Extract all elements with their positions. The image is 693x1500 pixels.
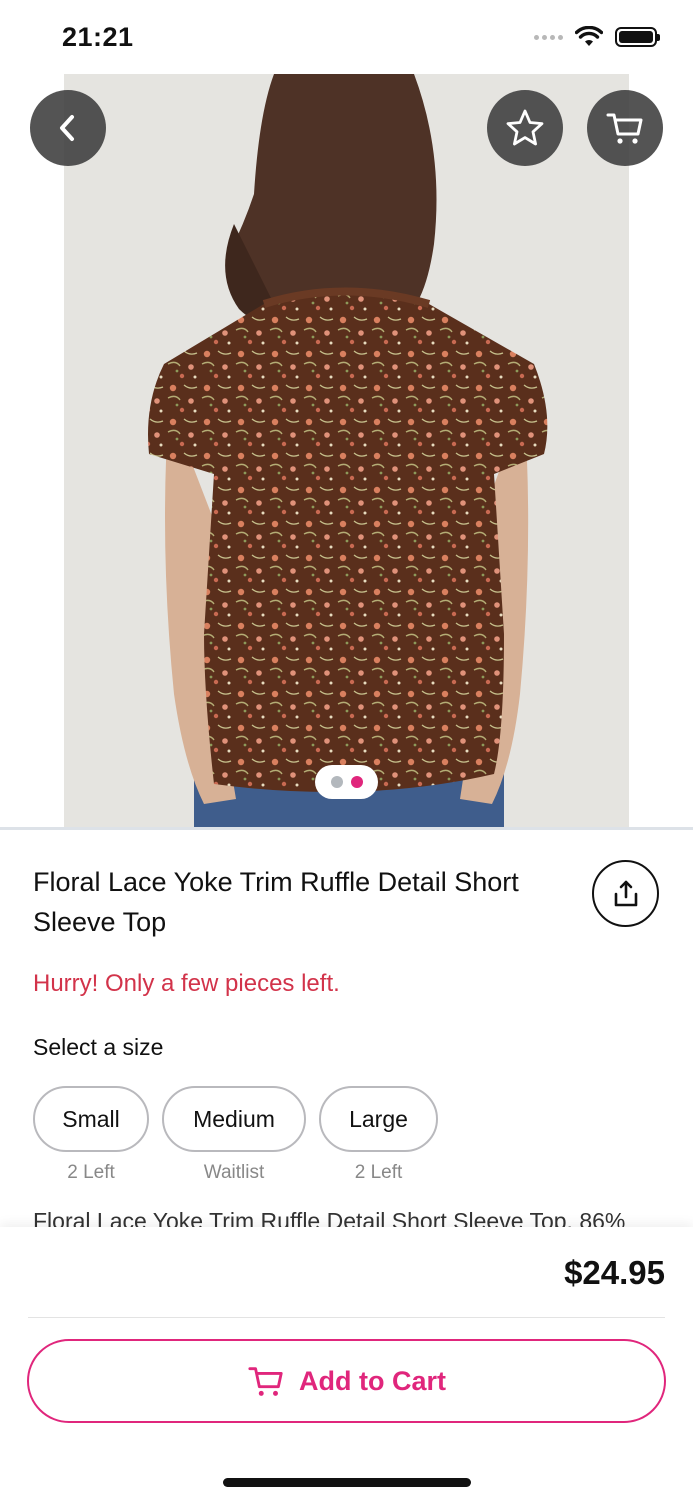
home-indicator[interactable] xyxy=(223,1478,471,1487)
size-label: Select a size xyxy=(33,1034,164,1060)
product-photo xyxy=(64,74,629,828)
share-icon xyxy=(614,880,637,906)
battery-icon xyxy=(615,27,660,47)
cart-button[interactable] xyxy=(587,90,663,166)
add-to-cart-label: Add to Cart xyxy=(299,1365,446,1396)
size-availability-medium: Waitlist xyxy=(203,1162,265,1183)
cart-icon xyxy=(606,113,643,144)
purchase-divider xyxy=(28,1317,665,1318)
size-availability-large: 2 Left xyxy=(354,1162,403,1183)
status-time: 21:21 xyxy=(62,22,134,52)
back-button[interactable] xyxy=(30,90,106,166)
share-button[interactable] xyxy=(592,860,659,927)
purchase-bar: $24.95 Add to Cart xyxy=(0,1227,693,1500)
product-price: $24.95 xyxy=(564,1254,665,1291)
cart-icon xyxy=(248,1367,283,1396)
size-availability-small: 2 Left xyxy=(67,1162,115,1183)
page-dot-1[interactable] xyxy=(330,776,343,788)
size-option-large[interactable]: Large xyxy=(319,1086,438,1152)
product-description: Floral Lace Yoke Trim Ruffle Detail Shor… xyxy=(33,1208,626,1227)
favorite-button[interactable] xyxy=(487,90,563,166)
product-image[interactable] xyxy=(64,74,629,828)
status-bar: 21:21 xyxy=(0,0,693,74)
stock-warning: Hurry! Only a few pieces left. xyxy=(33,970,340,997)
star-icon xyxy=(506,109,544,146)
size-option-small[interactable]: Small xyxy=(33,1086,149,1152)
image-page-indicator[interactable] xyxy=(315,765,378,799)
chevron-left-icon xyxy=(60,115,74,141)
add-to-cart-button[interactable]: Add to Cart xyxy=(27,1339,666,1423)
page-dot-2-active[interactable] xyxy=(350,776,363,788)
signal-icon xyxy=(534,34,563,40)
size-option-medium[interactable]: Medium xyxy=(162,1086,306,1152)
image-divider xyxy=(0,827,693,830)
product-title: Floral Lace Yoke Trim Ruffle Detail Shor… xyxy=(33,867,519,937)
wifi-icon xyxy=(575,26,603,46)
status-icons xyxy=(534,26,660,48)
